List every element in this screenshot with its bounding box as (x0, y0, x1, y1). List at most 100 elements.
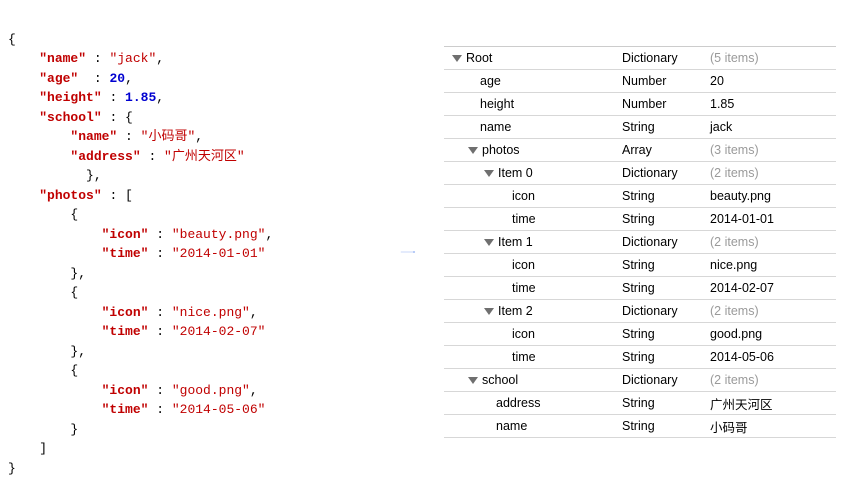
table-cell-key: icon (444, 258, 622, 272)
table-cell-value: (5 items) (710, 51, 836, 65)
json-colon: : (102, 188, 125, 203)
table-row[interactable]: age Number20 (444, 70, 836, 93)
table-cell-type: String (622, 258, 710, 272)
row-key-label: icon (512, 189, 535, 203)
json-comma: , (195, 129, 203, 144)
table-cell-type: String (622, 281, 710, 295)
table-row[interactable]: nameStringjack (444, 116, 836, 139)
row-key-label: address (496, 396, 540, 410)
table-row[interactable]: heightNumber1.85 (444, 93, 836, 116)
row-key-label: Item 2 (498, 304, 533, 318)
table-cell-type: Dictionary (622, 373, 710, 387)
table-row[interactable]: schoolDictionary(2 items) (444, 369, 836, 392)
table-cell-value: 20 (710, 74, 836, 88)
json-val-height: 1.85 (125, 90, 156, 105)
json-colon: : (102, 90, 125, 105)
row-key-label: photos (482, 143, 520, 157)
json-key-icon: "icon" (102, 305, 149, 320)
table-cell-key: Item 2 (444, 304, 622, 318)
table-row[interactable]: iconStringbeauty.png (444, 185, 836, 208)
row-key-label: time (512, 281, 536, 295)
table-row[interactable]: Item 2Dictionary(2 items) (444, 300, 836, 323)
table-cell-key: photos (444, 143, 622, 157)
table-row[interactable]: timeString2014-05-06 (444, 346, 836, 369)
table-cell-key: time (444, 281, 622, 295)
table-cell-type: String (622, 327, 710, 341)
json-key-school: "school" (39, 110, 101, 125)
row-key-label: Root (466, 51, 492, 65)
row-key-label: age (480, 74, 501, 88)
json-key-name: "name" (39, 51, 86, 66)
table-cell-value: (3 items) (710, 143, 836, 157)
json-brace: { (70, 207, 78, 222)
table-row[interactable]: nameString小码哥 (444, 415, 836, 438)
table-cell-type: Number (622, 97, 710, 111)
json-val-age: 20 (109, 71, 125, 86)
json-colon: : (86, 51, 109, 66)
table-row[interactable]: Root Dictionary(5 items) (444, 47, 836, 70)
table-cell-value: 2014-01-01 (710, 212, 836, 226)
table-cell-type: String (622, 120, 710, 134)
table-cell-value: nice.png (710, 258, 836, 272)
json-comma: , (78, 344, 86, 359)
table-row[interactable]: Item 0Dictionary(2 items) (444, 162, 836, 185)
table-row[interactable]: iconStringgood.png (444, 323, 836, 346)
json-key-time: "time" (102, 324, 149, 339)
table-row[interactable]: timeString2014-01-01 (444, 208, 836, 231)
table-cell-key: name (444, 120, 622, 134)
table-cell-type: String (622, 189, 710, 203)
table-row[interactable]: photosArray(3 items) (444, 139, 836, 162)
json-brace: { (70, 285, 78, 300)
table-cell-value: 小码哥 (710, 417, 836, 436)
json-key-age: "age" (39, 71, 78, 86)
table-cell-type: Dictionary (622, 51, 710, 65)
table-cell-key: school (444, 373, 622, 387)
json-val-name: "jack" (109, 51, 156, 66)
table-row[interactable]: addressString广州天河区 (444, 392, 836, 415)
json-colon: : (148, 402, 171, 417)
json-colon: : (102, 110, 125, 125)
json-comma: , (250, 305, 258, 320)
json-val-icon: "beauty.png" (172, 227, 266, 242)
chevron-down-icon[interactable] (452, 55, 462, 62)
table-cell-value: good.png (710, 327, 836, 341)
chevron-down-icon[interactable] (484, 170, 494, 177)
json-key-icon: "icon" (102, 383, 149, 398)
table-cell-value: jack (710, 120, 836, 134)
json-key-photos: "photos" (39, 188, 101, 203)
json-colon: : (148, 305, 171, 320)
table-row[interactable]: Item 1Dictionary(2 items) (444, 231, 836, 254)
table-cell-key: icon (444, 189, 622, 203)
table-cell-key: address (444, 396, 622, 410)
table-cell-type: String (622, 419, 710, 433)
plist-table: RootDictionary(5 items)ageNumber20height… (444, 46, 836, 438)
json-key-school-name: "name" (70, 129, 117, 144)
json-val-icon: "nice.png" (172, 305, 250, 320)
table-cell-type: Dictionary (622, 235, 710, 249)
json-colon: : (141, 149, 164, 164)
table-cell-key: icon (444, 327, 622, 341)
chevron-down-icon[interactable] (484, 239, 494, 246)
table-cell-value: 广州天河区 (710, 394, 836, 413)
row-key-label: Item 0 (498, 166, 533, 180)
chevron-down-icon[interactable] (468, 377, 478, 384)
chevron-down-icon[interactable] (484, 308, 494, 315)
json-comma: , (94, 168, 102, 183)
table-cell-key: Item 1 (444, 235, 622, 249)
table-cell-value: (2 items) (710, 373, 836, 387)
row-key-label: time (512, 212, 536, 226)
table-cell-value: (2 items) (710, 304, 836, 318)
table-cell-key: time (444, 350, 622, 364)
json-comma: , (78, 266, 86, 281)
row-key-label: height (480, 97, 514, 111)
table-cell-key: name (444, 419, 622, 433)
json-comma: , (156, 51, 164, 66)
chevron-down-icon[interactable] (468, 147, 478, 154)
json-bracket: ] (39, 441, 47, 456)
table-cell-value: (2 items) (710, 235, 836, 249)
json-comma: , (125, 71, 133, 86)
table-row[interactable]: timeString2014-02-07 (444, 277, 836, 300)
table-cell-value: 2014-05-06 (710, 350, 836, 364)
table-row[interactable]: iconStringnice.png (444, 254, 836, 277)
table-cell-type: Number (622, 74, 710, 88)
